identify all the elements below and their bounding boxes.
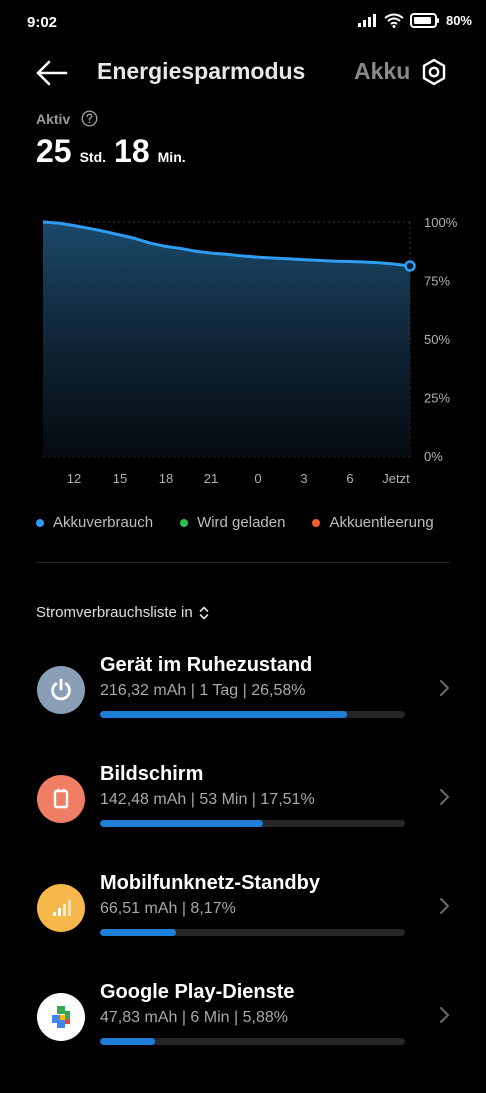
gear-icon [422,58,446,86]
item-title: Google Play-Dienste [100,981,295,1003]
chevron-right-icon [440,789,449,805]
cellular-signal-icon [53,900,71,916]
x-tick-label: 0 [254,471,261,486]
hours-value: 25 [36,133,72,169]
usage-bar-fill [100,711,348,718]
page-title: Energiesparmodus [97,58,306,84]
legend-dot [312,518,321,527]
x-tick-label: 18 [159,471,173,486]
sort-selector[interactable]: Stromverbrauchsliste in [36,604,210,621]
screen-icon [53,788,69,809]
usage-bar-fill [100,1038,155,1045]
y-tick-label: 25% [424,391,450,406]
battery-percent: 80% [445,13,472,28]
battery-icon [409,13,439,28]
app-icon [37,666,85,714]
x-tick-label: 12 [67,471,81,486]
series-area-akkuverbrauch [43,222,410,456]
list-item-mobilfunknetz-standby[interactable]: Mobilfunknetz-Standby 66,51 mAh | 8,17% [0,872,486,984]
x-tick-label: 6 [346,471,353,486]
google-play-services-icon [52,1006,70,1028]
chart-legend: Akkuverbrauch Wird geladen Akkuentleerun… [36,514,434,531]
chevron-right-icon [440,1007,449,1023]
list-item-bildschirm[interactable]: Bildschirm 142,48 mAh | 53 Min | 17,51% [0,763,486,875]
legend-dot [36,518,44,527]
status-icons: 80% [357,13,472,28]
usage-bar-fill [100,929,176,936]
battery-chart: 100% 75% 50% 25% 0% 12 15 18 21 0 3 6 Jetzt [42,215,458,486]
legend-item-wird-geladen: Wird geladen [180,514,285,531]
chevron-right-icon [440,898,449,914]
y-tick-label: 0% [424,449,443,464]
legend-label: Akkuentleerung [329,514,434,531]
back-button[interactable] [34,56,70,90]
list-item-geraet-im-ruhezustand[interactable]: Gerät im Ruhezustand 216,32 mAh | 1 Tag … [0,654,486,766]
item-subtitle: 47,83 mAh | 6 Min | 5,88% [100,1009,288,1026]
x-tick-label: 15 [113,471,127,486]
help-icon[interactable] [81,110,98,127]
legend-item-akkuverbrauch: Akkuverbrauch [36,514,153,531]
legend-dot [180,518,189,527]
item-subtitle: 66,51 mAh | 8,17% [100,900,236,917]
legend-item-akkuentleerung: Akkuentleerung [312,514,434,531]
y-tick-label: 100% [424,215,458,230]
usage-bar-fill [100,820,263,827]
item-title: Bildschirm [100,763,204,785]
item-subtitle: 142,48 mAh | 53 Min | 17,51% [100,791,315,808]
item-title: Mobilfunknetz-Standby [100,872,320,894]
minutes-value: 18 [114,133,150,169]
x-tick-label: 21 [204,471,218,486]
usage-bar [100,711,405,718]
y-tick-label: 75% [424,274,450,289]
list-heading-label: Stromverbrauchsliste in [36,604,193,621]
divider [36,562,450,563]
x-tick-label: 3 [300,471,307,486]
chevron-right-icon [440,680,449,696]
current-point-marker [404,260,416,272]
item-subtitle: 216,32 mAh | 1 Tag | 26,58% [100,682,306,699]
hours-unit: Std. [79,149,107,165]
settings-button[interactable] [418,56,450,88]
back-arrow-icon [36,60,68,86]
usage-bar [100,929,405,936]
tab-akku[interactable]: Akku [354,58,410,85]
legend-label: Wird geladen [197,514,286,531]
list-item-google-play-dienste[interactable]: Google Play-Dienste 47,83 mAh | 6 Min | … [0,981,486,1093]
usage-bar [100,820,405,827]
minutes-unit: Min. [157,149,186,165]
app-icon [37,775,85,823]
x-tick-label: Jetzt [382,471,410,486]
app-icon [37,993,85,1041]
active-duration: 25 Std. 18 Min. [36,133,194,170]
signal-icon [357,14,376,27]
legend-label: Akkuverbrauch [53,514,154,531]
power-icon [51,678,71,701]
app-icon [37,884,85,932]
item-title: Gerät im Ruhezustand [100,654,313,676]
status-time: 9:02 [27,14,58,31]
usage-bar [100,1038,405,1045]
wifi-icon [384,13,404,28]
sort-chevrons-icon [199,606,209,619]
y-tick-label: 50% [424,332,450,347]
active-label: Aktiv [36,111,71,127]
